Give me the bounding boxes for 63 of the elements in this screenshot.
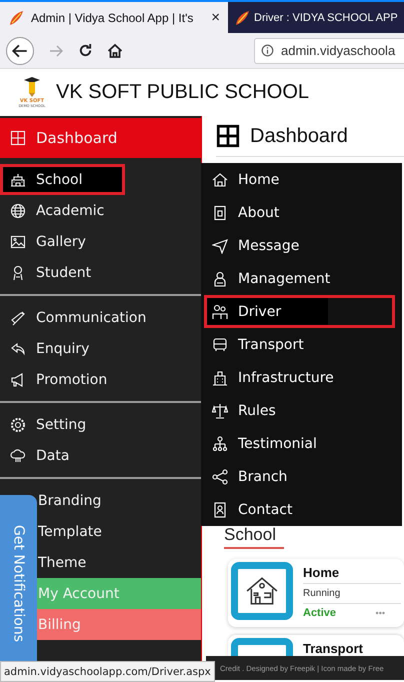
back-button[interactable]: [6, 36, 34, 64]
paper-plane-icon: [212, 238, 228, 254]
house-icon: [212, 172, 228, 188]
sidebar-item[interactable]: Gallery: [0, 226, 201, 257]
submenu-item[interactable]: Message: [201, 229, 402, 262]
address-field[interactable]: admin.vidyaschoola: [254, 38, 404, 64]
home-icon: [107, 42, 123, 58]
forward-arrow-icon: [48, 42, 64, 58]
status-url: admin.vidyaschoolapp.com/Driver.aspx: [0, 661, 215, 682]
back-arrow-icon: [11, 42, 29, 60]
scales-icon: [212, 402, 228, 418]
submenu-item[interactable]: Contact: [201, 493, 402, 526]
globe-icon: [10, 202, 26, 218]
reload-icon: [78, 43, 93, 58]
info-icon: [261, 44, 274, 57]
people-icon: [212, 304, 228, 320]
browser-tab[interactable]: Admin | Vidya School App | It's ×: [0, 0, 228, 33]
share-icon: [212, 468, 228, 484]
close-icon[interactable]: ×: [211, 9, 220, 26]
document-icon: [212, 204, 228, 220]
submenu-item[interactable]: Transport: [201, 328, 402, 361]
reload-button[interactable]: [78, 43, 93, 58]
sidebar-item[interactable]: Branding: [37, 485, 201, 516]
sidebar-item[interactable]: Promotion: [0, 364, 201, 395]
people-icon: [212, 436, 228, 452]
gear-icon: [10, 416, 26, 432]
image-icon: [10, 234, 26, 250]
sidebar-item[interactable]: Theme: [37, 547, 201, 578]
submenu-item[interactable]: Home: [201, 163, 402, 196]
leaf-icon: [8, 10, 24, 26]
sidebar-item[interactable]: Communication: [0, 302, 201, 333]
reply-icon: [10, 340, 26, 356]
submenu-item[interactable]: Testimonial: [201, 427, 402, 460]
bus-icon: [212, 336, 228, 352]
sidebar-item[interactable]: Data: [0, 440, 201, 471]
module-card[interactable]: Home Running Active •••: [228, 559, 404, 627]
active-label: Active: [303, 607, 336, 619]
sidebar-item[interactable]: Student: [0, 257, 201, 288]
sidebar-item[interactable]: Template: [37, 516, 201, 547]
sidebar-item[interactable]: School: [0, 164, 125, 195]
home-button[interactable]: [107, 42, 123, 58]
grid-icon: [10, 130, 26, 146]
grid-icon: [216, 124, 240, 148]
card-status: Running: [303, 584, 401, 604]
sidebar-item[interactable]: Academic: [0, 195, 201, 226]
submenu-item[interactable]: Management: [201, 262, 402, 295]
submenu-item[interactable]: Driver: [204, 295, 395, 328]
card-title: Home: [303, 562, 401, 584]
sidebar-item[interactable]: Dashboard: [0, 118, 201, 158]
school-name: VK SOFT PUBLIC SCHOOL: [56, 81, 310, 104]
contact-card-icon: [212, 502, 228, 518]
page-title: Dashboard: [250, 124, 348, 148]
submenu-item[interactable]: Branch: [201, 460, 402, 493]
sidebar-item[interactable]: Enquiry: [0, 333, 201, 364]
building-icon: [10, 172, 26, 188]
cloud-icon: [10, 448, 26, 464]
submenu-item[interactable]: Infrastructure: [201, 361, 402, 394]
person-icon: [212, 270, 228, 286]
sidebar-item[interactable]: Setting: [0, 409, 201, 440]
leaf-icon: [234, 10, 250, 26]
submenu-item[interactable]: About: [201, 196, 402, 229]
submenu-item[interactable]: Rules: [201, 394, 402, 427]
building-icon: [212, 370, 228, 386]
